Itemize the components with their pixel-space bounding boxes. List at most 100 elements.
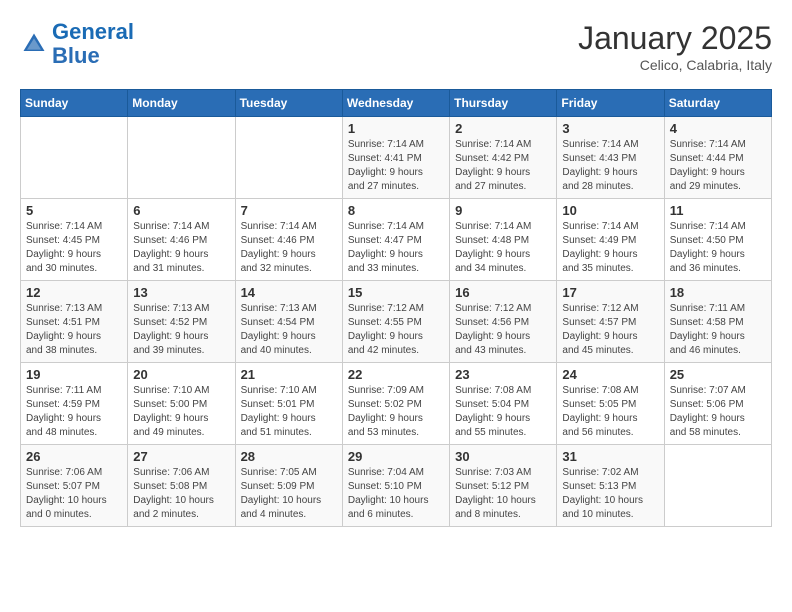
day-info: Sunrise: 7:13 AM Sunset: 4:51 PM Dayligh… [26,302,122,358]
logo-icon [20,30,48,58]
logo: General Blue [20,20,134,68]
calendar-cell: 4 Sunrise: 7:14 AM Sunset: 4:44 PM Daylig… [664,117,771,199]
calendar-cell: 7Sunrise: 7:14 AM Sunset: 4:46 PM Daylig… [235,199,342,281]
day-info: Sunrise: 7:09 AM Sunset: 5:02 PM Dayligh… [348,384,444,440]
calendar-week-3: 12 Sunrise: 7:13 AM Sunset: 4:51 PM Dayli… [21,281,772,363]
day-info: Sunrise: 7:10 AM Sunset: 5:00 PM Dayligh… [133,384,229,440]
day-info: Sunrise: 7:14 AM Sunset: 4:49 PM Dayligh… [562,220,658,276]
day-info: Sunrise: 7:13 AM Sunset: 4:52 PM Dayligh… [133,302,229,358]
day-info: Sunrise: 7:03 AM Sunset: 5:12 PM Dayligh… [455,466,551,522]
calendar-cell: 8Sunrise: 7:14 AM Sunset: 4:47 PM Daylig… [342,199,449,281]
day-number: 27 [133,449,229,464]
day-number: 25 [670,367,766,382]
calendar-cell: 23Sunrise: 7:08 AM Sunset: 5:04 PM Dayli… [450,363,557,445]
title-block: January 2025 Celico, Calabria, Italy [578,20,772,73]
day-number: 1 [348,121,444,136]
day-info: Sunrise: 7:11 AM Sunset: 4:58 PM Dayligh… [670,302,766,358]
day-info: Sunrise: 7:14 AM Sunset: 4:41 PM Dayligh… [348,138,444,194]
day-info: Sunrise: 7:14 AM Sunset: 4:50 PM Dayligh… [670,220,766,276]
calendar-cell: 5 Sunrise: 7:14 AM Sunset: 4:45 PM Daylig… [21,199,128,281]
weekday-header-monday: Monday [128,90,235,117]
weekday-header-tuesday: Tuesday [235,90,342,117]
calendar-cell: 25 Sunrise: 7:07 AM Sunset: 5:06 PM Dayli… [664,363,771,445]
calendar-cell: 18 Sunrise: 7:11 AM Sunset: 4:58 PM Dayli… [664,281,771,363]
day-number: 11 [670,203,766,218]
day-number: 9 [455,203,551,218]
day-number: 24 [562,367,658,382]
day-info: Sunrise: 7:07 AM Sunset: 5:06 PM Dayligh… [670,384,766,440]
calendar-cell: 31 Sunrise: 7:02 AM Sunset: 5:13 PM Dayli… [557,445,664,527]
day-number: 26 [26,449,122,464]
day-info: Sunrise: 7:05 AM Sunset: 5:09 PM Dayligh… [241,466,337,522]
calendar-cell: 2 Sunrise: 7:14 AM Sunset: 4:42 PM Daylig… [450,117,557,199]
day-info: Sunrise: 7:14 AM Sunset: 4:46 PM Dayligh… [241,220,337,276]
day-info: Sunrise: 7:12 AM Sunset: 4:55 PM Dayligh… [348,302,444,358]
calendar-cell [664,445,771,527]
day-info: Sunrise: 7:12 AM Sunset: 4:56 PM Dayligh… [455,302,551,358]
day-number: 2 [455,121,551,136]
day-number: 5 [26,203,122,218]
day-number: 8 [348,203,444,218]
day-number: 16 [455,285,551,300]
calendar-cell: 24 Sunrise: 7:08 AM Sunset: 5:05 PM Dayli… [557,363,664,445]
day-number: 3 [562,121,658,136]
calendar-cell: 9 Sunrise: 7:14 AM Sunset: 4:48 PM Daylig… [450,199,557,281]
calendar-week-4: 19Sunrise: 7:11 AM Sunset: 4:59 PM Dayli… [21,363,772,445]
calendar-cell: 13Sunrise: 7:13 AM Sunset: 4:52 PM Dayli… [128,281,235,363]
day-info: Sunrise: 7:06 AM Sunset: 5:07 PM Dayligh… [26,466,122,522]
calendar-cell [235,117,342,199]
day-info: Sunrise: 7:14 AM Sunset: 4:46 PM Dayligh… [133,220,229,276]
day-number: 30 [455,449,551,464]
logo-line1: General [52,19,134,44]
weekday-header-saturday: Saturday [664,90,771,117]
day-info: Sunrise: 7:14 AM Sunset: 4:43 PM Dayligh… [562,138,658,194]
calendar-cell: 17Sunrise: 7:12 AM Sunset: 4:57 PM Dayli… [557,281,664,363]
day-info: Sunrise: 7:10 AM Sunset: 5:01 PM Dayligh… [241,384,337,440]
day-info: Sunrise: 7:04 AM Sunset: 5:10 PM Dayligh… [348,466,444,522]
calendar-cell: 6Sunrise: 7:14 AM Sunset: 4:46 PM Daylig… [128,199,235,281]
calendar-cell [128,117,235,199]
day-info: Sunrise: 7:14 AM Sunset: 4:48 PM Dayligh… [455,220,551,276]
calendar-cell: 30 Sunrise: 7:03 AM Sunset: 5:12 PM Dayli… [450,445,557,527]
day-number: 12 [26,285,122,300]
calendar-cell: 19Sunrise: 7:11 AM Sunset: 4:59 PM Dayli… [21,363,128,445]
day-info: Sunrise: 7:14 AM Sunset: 4:42 PM Dayligh… [455,138,551,194]
calendar-cell: 20Sunrise: 7:10 AM Sunset: 5:00 PM Dayli… [128,363,235,445]
day-number: 18 [670,285,766,300]
month-title: January 2025 [578,20,772,57]
calendar-week-2: 5 Sunrise: 7:14 AM Sunset: 4:45 PM Daylig… [21,199,772,281]
calendar-cell: 27 Sunrise: 7:06 AM Sunset: 5:08 PM Dayli… [128,445,235,527]
calendar-cell: 22 Sunrise: 7:09 AM Sunset: 5:02 PM Dayli… [342,363,449,445]
calendar-cell: 15Sunrise: 7:12 AM Sunset: 4:55 PM Dayli… [342,281,449,363]
logo-text: General Blue [52,20,134,68]
day-info: Sunrise: 7:08 AM Sunset: 5:04 PM Dayligh… [455,384,551,440]
day-info: Sunrise: 7:08 AM Sunset: 5:05 PM Dayligh… [562,384,658,440]
day-number: 28 [241,449,337,464]
day-info: Sunrise: 7:06 AM Sunset: 5:08 PM Dayligh… [133,466,229,522]
weekday-header-wednesday: Wednesday [342,90,449,117]
weekday-header-sunday: Sunday [21,90,128,117]
calendar-cell: 16 Sunrise: 7:12 AM Sunset: 4:56 PM Dayli… [450,281,557,363]
day-number: 22 [348,367,444,382]
day-number: 31 [562,449,658,464]
calendar-cell [21,117,128,199]
page-header: General Blue January 2025 Celico, Calabr… [20,20,772,73]
calendar-cell: 11 Sunrise: 7:14 AM Sunset: 4:50 PM Dayli… [664,199,771,281]
weekday-header-friday: Friday [557,90,664,117]
calendar-table: SundayMondayTuesdayWednesdayThursdayFrid… [20,89,772,527]
location: Celico, Calabria, Italy [578,57,772,73]
weekday-header-thursday: Thursday [450,90,557,117]
day-info: Sunrise: 7:14 AM Sunset: 4:44 PM Dayligh… [670,138,766,194]
day-number: 14 [241,285,337,300]
logo-line2: Blue [52,43,100,68]
day-info: Sunrise: 7:02 AM Sunset: 5:13 PM Dayligh… [562,466,658,522]
calendar-cell: 1 Sunrise: 7:14 AM Sunset: 4:41 PM Daylig… [342,117,449,199]
day-number: 4 [670,121,766,136]
calendar-cell: 29 Sunrise: 7:04 AM Sunset: 5:10 PM Dayli… [342,445,449,527]
calendar-week-1: 1 Sunrise: 7:14 AM Sunset: 4:41 PM Daylig… [21,117,772,199]
day-info: Sunrise: 7:14 AM Sunset: 4:45 PM Dayligh… [26,220,122,276]
day-number: 29 [348,449,444,464]
calendar-header: SundayMondayTuesdayWednesdayThursdayFrid… [21,90,772,117]
calendar-cell: 10Sunrise: 7:14 AM Sunset: 4:49 PM Dayli… [557,199,664,281]
calendar-cell: 3 Sunrise: 7:14 AM Sunset: 4:43 PM Daylig… [557,117,664,199]
